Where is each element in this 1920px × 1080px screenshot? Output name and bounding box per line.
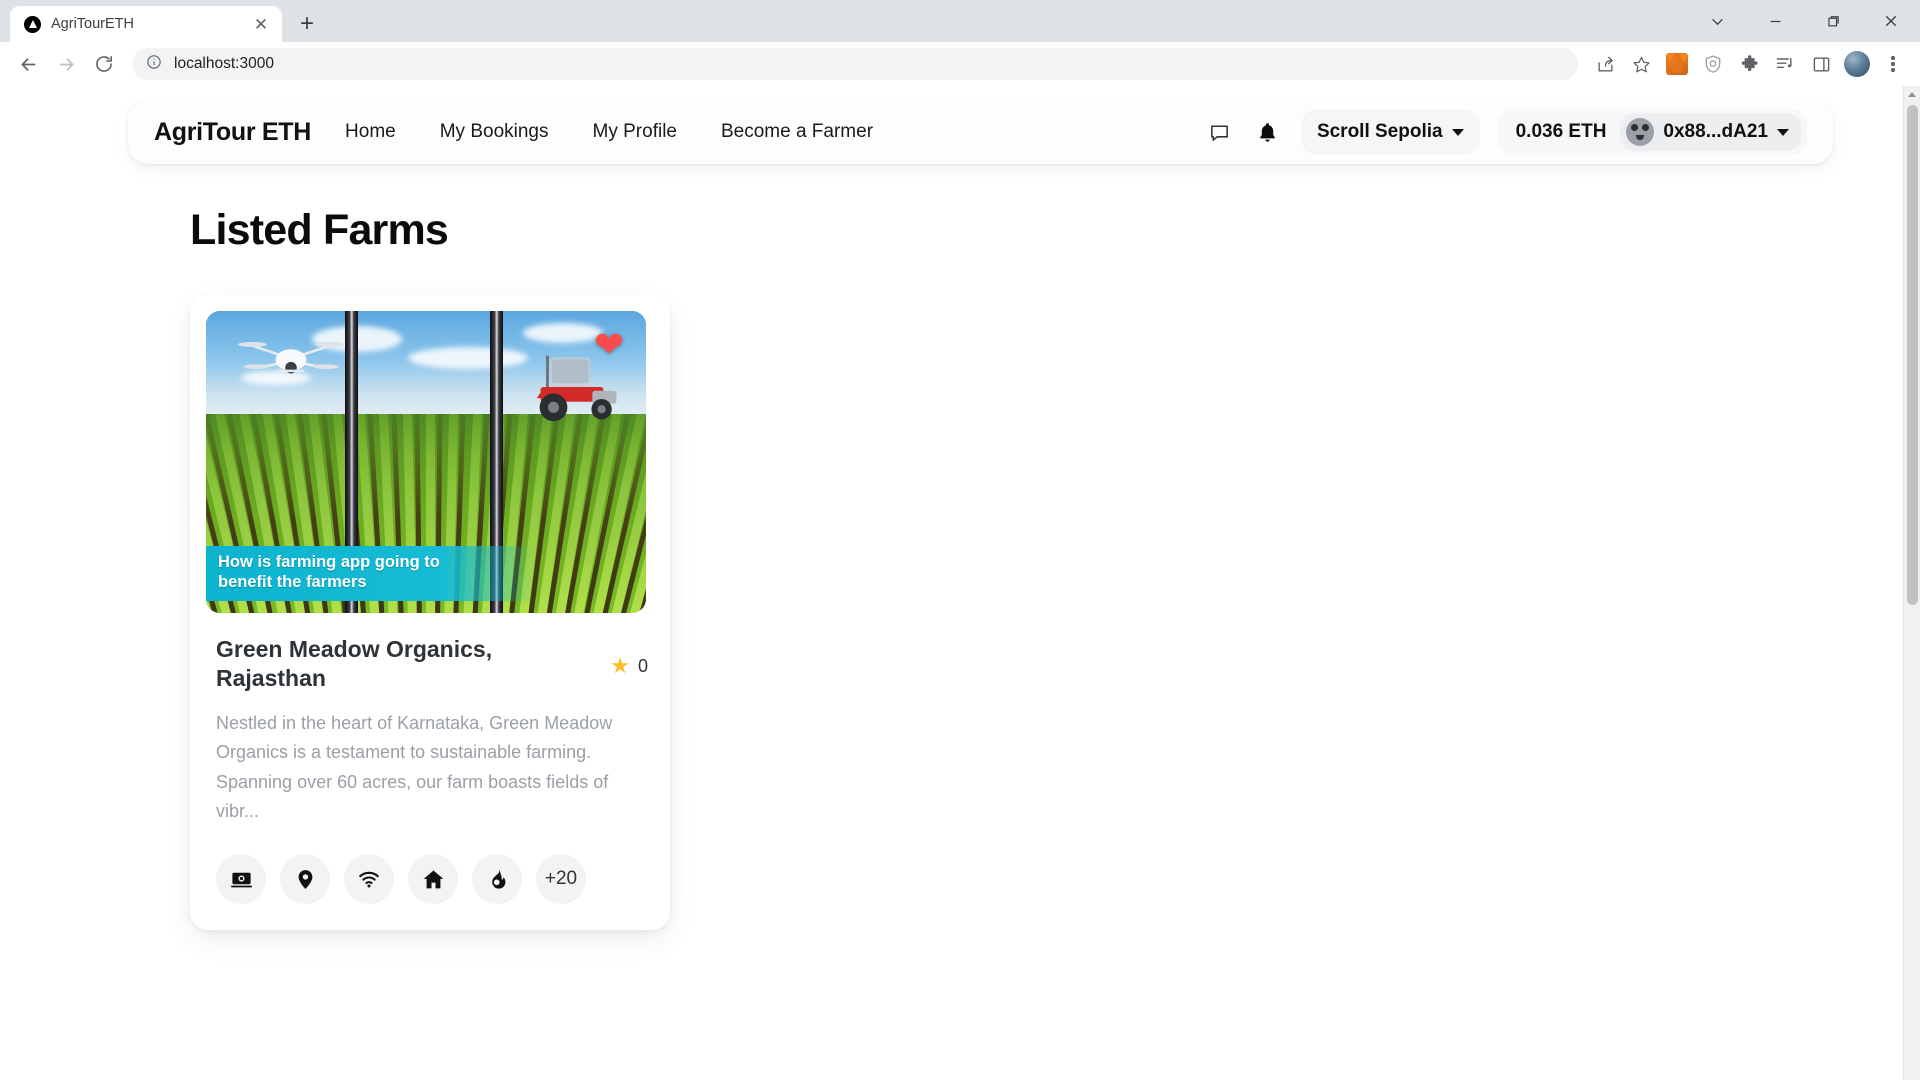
- page-viewport: AgriTour ETH Home My Bookings My Profile…: [0, 86, 1920, 1080]
- tab-strip: AgriTourETH ✕ +: [0, 0, 1920, 42]
- bell-icon[interactable]: [1253, 117, 1283, 147]
- close-window-button[interactable]: [1862, 0, 1920, 42]
- network-selector[interactable]: Scroll Sepolia: [1300, 109, 1480, 155]
- wallet-address: 0x88...dA21: [1663, 121, 1768, 142]
- page-scrollbar[interactable]: [1903, 86, 1920, 1080]
- tab-title: AgriTourETH: [51, 16, 134, 32]
- toolbar-icon-group: [1588, 47, 1910, 81]
- farm-card-header: Green Meadow Organics, Rajasthan ★ 0: [216, 635, 648, 693]
- reload-icon[interactable]: [86, 46, 122, 82]
- page-title: Listed Farms: [190, 206, 449, 254]
- browser-window: AgriTourETH ✕ + localhost:3000 AgriTour …: [0, 0, 1920, 1080]
- tab-search-button[interactable]: [1688, 0, 1746, 42]
- main-content: Listed Farms ❤ How is farming app going …: [0, 164, 1903, 931]
- image-caption: How is farming app going to benefit the …: [206, 546, 536, 601]
- chevron-down-icon: [1777, 128, 1789, 136]
- nav-link-my-profile[interactable]: My Profile: [593, 121, 677, 143]
- music-list-icon[interactable]: [1768, 47, 1802, 81]
- rating-value: 0: [637, 655, 648, 676]
- chat-bubble-icon[interactable]: [1205, 117, 1235, 147]
- address-bar[interactable]: localhost:3000: [132, 48, 1578, 80]
- restore-window-icon[interactable]: [1804, 0, 1862, 42]
- browser-tab[interactable]: AgriTourETH ✕: [10, 6, 282, 42]
- nav-link-home[interactable]: Home: [345, 121, 396, 143]
- network-label: Scroll Sepolia: [1316, 121, 1443, 142]
- farm-amenities: +20: [216, 854, 616, 905]
- panda-avatar-icon: [1626, 118, 1655, 146]
- farm-card[interactable]: ❤ How is farming app going to benefit th…: [190, 295, 670, 931]
- nav-link-become-a-farmer[interactable]: Become a Farmer: [721, 121, 873, 143]
- app-brand[interactable]: AgriTour ETH: [154, 118, 311, 147]
- star-icon: ★: [610, 653, 630, 678]
- nav-right-group: Scroll Sepolia 0.036 ETH 0x88...dA21: [1205, 109, 1807, 155]
- minimize-button[interactable]: [1746, 0, 1804, 42]
- farm-description: Nestled in the heart of Karnataka, Green…: [216, 712, 613, 821]
- avatar-icon[interactable]: [1840, 47, 1874, 81]
- farm-photo: ❤ How is farming app going to benefit th…: [206, 311, 646, 613]
- wifi-icon[interactable]: [344, 854, 394, 905]
- puzzle-piece-icon[interactable]: [1732, 47, 1766, 81]
- wallet-balance: 0.036 ETH: [1515, 121, 1607, 142]
- sidebar-panel-icon[interactable]: [1804, 47, 1838, 81]
- triangle-up-icon[interactable]: [1908, 86, 1916, 103]
- tv-icon[interactable]: [216, 854, 266, 905]
- shield-icon[interactable]: [1696, 47, 1730, 81]
- amenities-more-badge[interactable]: +20: [536, 854, 586, 905]
- heart-icon[interactable]: ❤: [594, 327, 624, 363]
- arrow-left-icon[interactable]: [10, 46, 46, 82]
- map-pin-icon[interactable]: [280, 854, 330, 905]
- new-tab-button[interactable]: +: [290, 7, 324, 41]
- scrollbar-thumb[interactable]: [1906, 105, 1918, 605]
- home-icon[interactable]: [408, 854, 458, 905]
- omnibox-url: localhost:3000: [174, 55, 274, 72]
- close-icon[interactable]: ✕: [250, 13, 272, 35]
- metamask-fox-icon[interactable]: [1660, 47, 1694, 81]
- three-dots-vertical-icon[interactable]: [1876, 47, 1910, 81]
- star-outline-icon[interactable]: [1624, 47, 1658, 81]
- web-page: AgriTour ETH Home My Bookings My Profile…: [0, 86, 1903, 1080]
- wallet-widget: 0.036 ETH 0x88...dA21: [1497, 109, 1807, 155]
- farm-title: Green Meadow Organics, Rajasthan: [216, 636, 493, 691]
- nextjs-triangle-icon: [24, 15, 41, 33]
- app-navbar: AgriTour ETH Home My Bookings My Profile…: [128, 100, 1833, 164]
- browser-toolbar: localhost:3000: [0, 42, 1920, 86]
- share-icon[interactable]: [1588, 47, 1622, 81]
- window-controls: [1688, 0, 1920, 42]
- farm-card-image[interactable]: ❤ How is farming app going to benefit th…: [206, 311, 646, 613]
- drone-illustration: [238, 342, 345, 374]
- arrow-right-icon[interactable]: [48, 46, 84, 82]
- nav-link-my-bookings[interactable]: My Bookings: [440, 121, 549, 143]
- wallet-address-button[interactable]: 0x88...dA21: [1620, 113, 1801, 151]
- farm-rating: ★ 0: [610, 635, 648, 677]
- nav-links: Home My Bookings My Profile Become a Far…: [345, 121, 873, 143]
- info-circle-icon[interactable]: [146, 54, 162, 75]
- chevron-down-icon: [1451, 128, 1464, 136]
- fire-icon[interactable]: [472, 854, 522, 905]
